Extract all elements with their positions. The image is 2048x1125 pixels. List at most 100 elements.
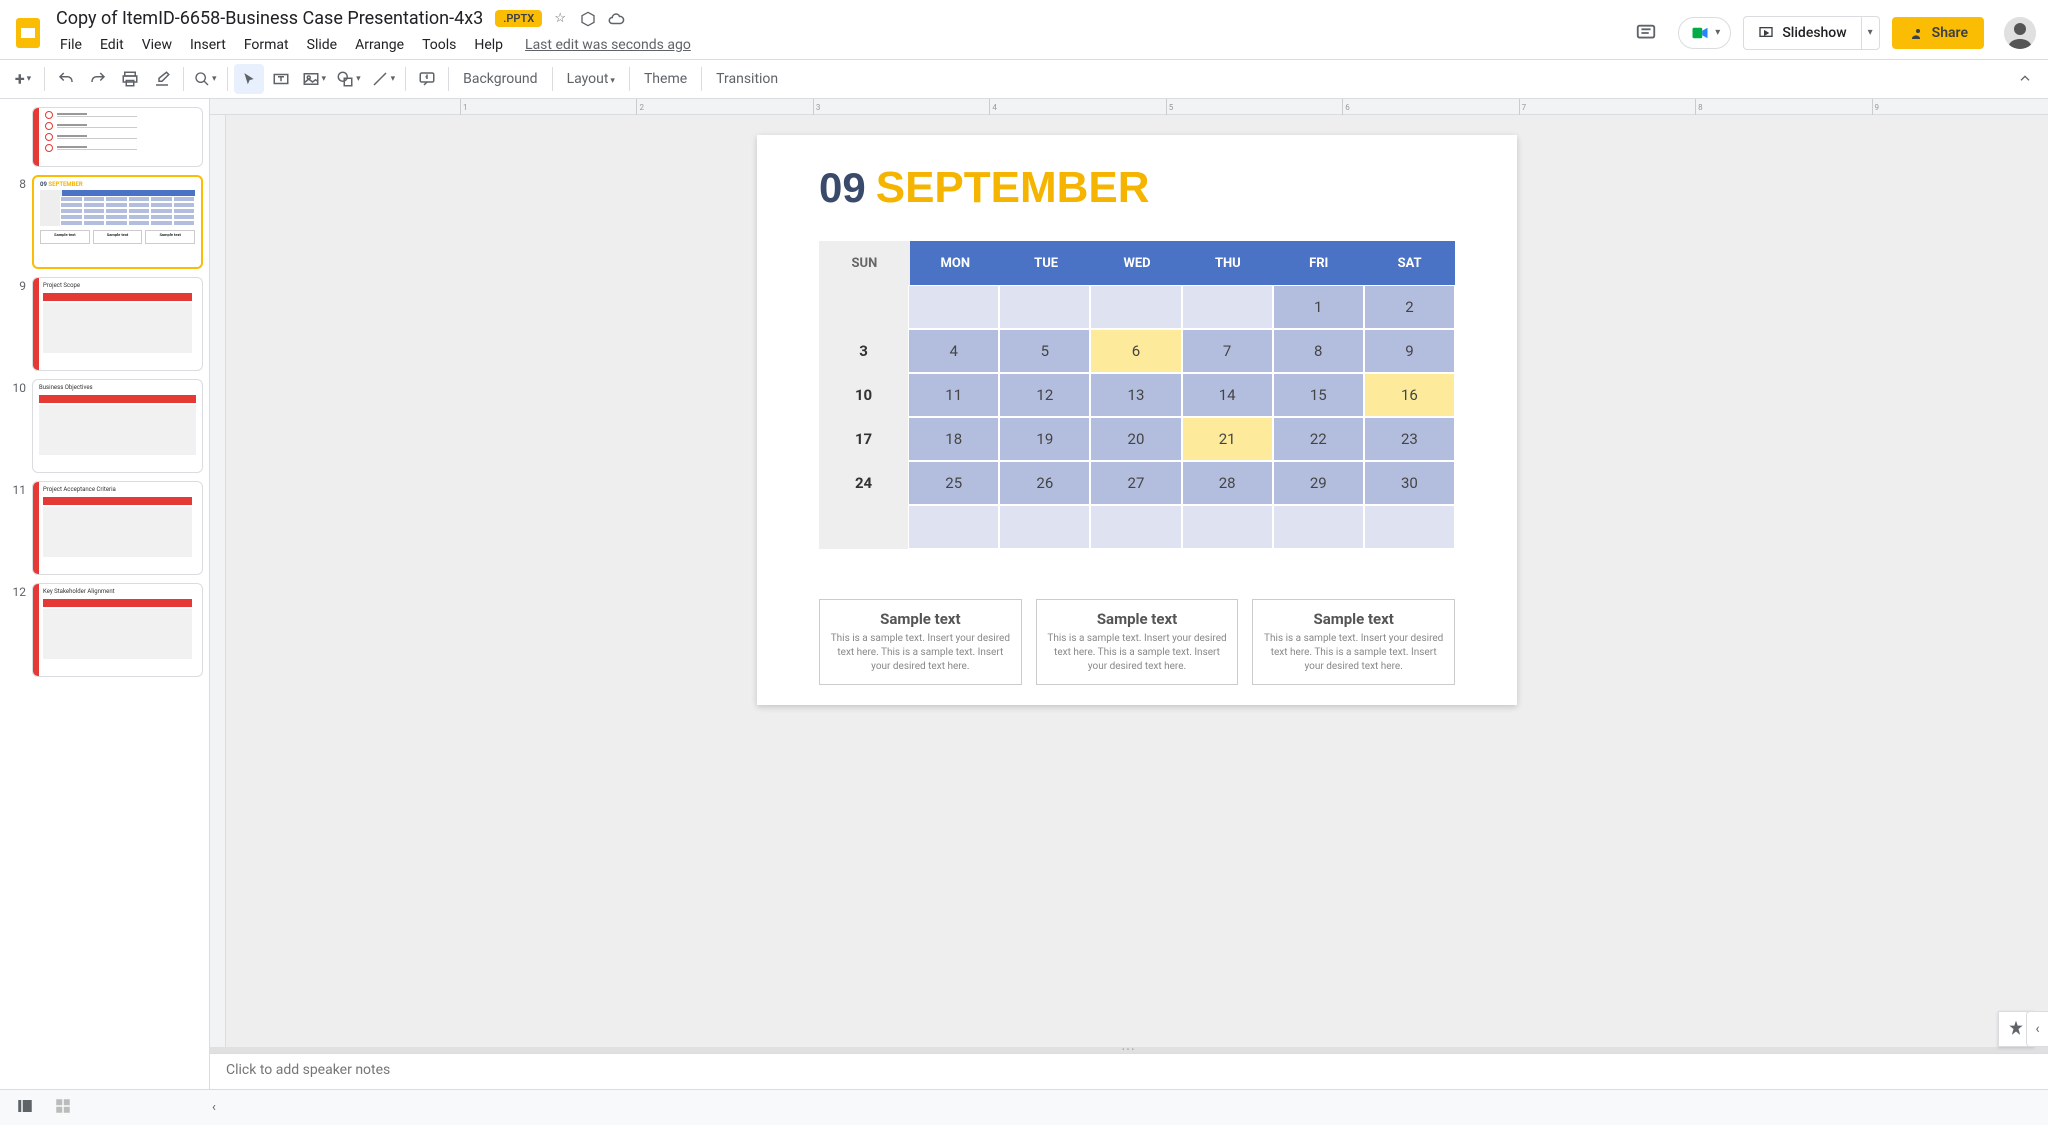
transition-button[interactable]: Transition	[708, 67, 786, 91]
new-slide-button[interactable]: +▾	[8, 64, 38, 94]
filmstrip[interactable]: 809 SEPTEMBERSample textSample textSampl…	[0, 99, 210, 1089]
select-tool[interactable]	[234, 64, 264, 94]
cal-cell: 28	[1182, 461, 1273, 505]
cal-cell: 11	[908, 373, 999, 417]
cal-cell	[1182, 285, 1273, 329]
slideshow-dropdown[interactable]: ▾	[1861, 17, 1879, 49]
comments-icon[interactable]	[1626, 13, 1666, 53]
ruler-vertical	[210, 115, 226, 1047]
notes-splitter[interactable]	[210, 1047, 2048, 1053]
filmstrip-slide[interactable]	[0, 103, 209, 171]
account-avatar[interactable]	[2004, 17, 2036, 49]
theme-button[interactable]: Theme	[636, 67, 695, 91]
cal-cell: 22	[1273, 417, 1364, 461]
menu-tools[interactable]: Tools	[414, 33, 464, 57]
cloud-icon[interactable]	[606, 9, 626, 29]
canvas-scroll[interactable]: 09 SEPTEMBER SUNMONTUEWEDTHUFRISAT123456…	[226, 115, 2048, 1047]
comment-button[interactable]	[412, 64, 442, 94]
slide-canvas[interactable]: 09 SEPTEMBER SUNMONTUEWEDTHUFRISAT123456…	[757, 135, 1517, 705]
show-side-panel-icon[interactable]: ‹	[2026, 1011, 2048, 1047]
filmstrip-slide[interactable]: 11Project Acceptance Criteria	[0, 477, 209, 579]
meet-button[interactable]: ▾	[1678, 17, 1731, 49]
filmstrip-slide[interactable]: 9Project Scope	[0, 273, 209, 375]
line-tool[interactable]	[367, 64, 400, 94]
cal-cell: 10	[819, 373, 908, 417]
month-number: 09	[819, 164, 866, 212]
body: 809 SEPTEMBERSample textSample textSampl…	[0, 99, 2048, 1089]
filmstrip-view-icon[interactable]	[16, 1097, 34, 1119]
menubar: FileEditViewInsertFormatSlideArrangeTool…	[52, 31, 1626, 59]
cal-cell: 29	[1273, 461, 1364, 505]
filmstrip-slide[interactable]: 809 SEPTEMBERSample textSample textSampl…	[0, 171, 209, 273]
redo-button[interactable]	[83, 64, 113, 94]
menu-slide[interactable]: Slide	[299, 33, 345, 57]
share-label: Share	[1932, 25, 1968, 41]
menu-view[interactable]: View	[134, 33, 180, 57]
cal-cell	[908, 285, 999, 329]
menu-format[interactable]: Format	[236, 33, 297, 57]
slides-logo[interactable]	[8, 13, 48, 53]
speaker-notes[interactable]: Click to add speaker notes	[210, 1053, 2048, 1089]
background-button[interactable]: Background	[455, 67, 545, 91]
canvas-area: 123456789 09 SEPTEMBER SUNMONTUEWEDTHUFR…	[210, 99, 2048, 1089]
slideshow-label: Slideshow	[1782, 25, 1846, 41]
sample-text-box: Sample textThis is a sample text. Insert…	[1252, 599, 1455, 685]
cal-cell	[908, 505, 999, 549]
cal-cell	[1090, 285, 1181, 329]
cal-cell: 30	[1364, 461, 1455, 505]
cal-cell: 4	[908, 329, 999, 373]
last-edit-link[interactable]: Last edit was seconds ago	[525, 37, 691, 53]
textbox-tool[interactable]	[266, 64, 296, 94]
menu-file[interactable]: File	[52, 33, 90, 57]
move-icon[interactable]	[578, 9, 598, 29]
sample-boxes: Sample textThis is a sample text. Insert…	[819, 599, 1455, 685]
menu-insert[interactable]: Insert	[182, 33, 234, 57]
doc-title[interactable]: Copy of ItemID-6658-Business Case Presen…	[52, 6, 487, 31]
cal-cell	[1090, 505, 1181, 549]
collapse-filmstrip-icon[interactable]: ‹	[212, 1100, 216, 1115]
grid-view-icon[interactable]	[54, 1097, 72, 1119]
zoom-button[interactable]	[190, 64, 221, 94]
layout-button[interactable]: Layout	[559, 67, 623, 91]
undo-button[interactable]	[51, 64, 81, 94]
sample-text-box: Sample textThis is a sample text. Insert…	[1036, 599, 1239, 685]
cal-cell: 5	[999, 329, 1090, 373]
toolbar: +▾ Background Layout Theme Transition	[0, 59, 2048, 99]
share-button[interactable]: Share	[1892, 17, 1984, 49]
print-button[interactable]	[115, 64, 145, 94]
cal-cell	[819, 505, 908, 549]
calendar: SUNMONTUEWEDTHUFRISAT1234567891011121314…	[819, 241, 1455, 549]
filmstrip-slide[interactable]: 10Business Objectives	[0, 375, 209, 477]
cal-cell: 20	[1090, 417, 1181, 461]
star-icon[interactable]: ☆	[550, 9, 570, 29]
cal-cell	[1182, 505, 1273, 549]
cal-head-tue: TUE	[1001, 241, 1092, 285]
cal-cell: 25	[908, 461, 999, 505]
menu-help[interactable]: Help	[466, 33, 511, 57]
paint-format-button[interactable]	[147, 64, 177, 94]
menu-arrange[interactable]: Arrange	[347, 33, 412, 57]
cal-cell	[999, 505, 1090, 549]
cal-cell: 16	[1364, 373, 1455, 417]
cal-head-fri: FRI	[1273, 241, 1364, 285]
cal-cell: 7	[1182, 329, 1273, 373]
cal-cell: 3	[819, 329, 908, 373]
menu-edit[interactable]: Edit	[92, 33, 132, 57]
cal-cell: 21	[1182, 417, 1273, 461]
slideshow-button[interactable]: Slideshow	[1744, 17, 1860, 49]
cal-cell	[1273, 505, 1364, 549]
cal-cell: 12	[999, 373, 1090, 417]
slideshow-group: Slideshow ▾	[1743, 16, 1879, 50]
cal-head-sat: SAT	[1364, 241, 1455, 285]
cal-cell: 18	[908, 417, 999, 461]
cal-head-wed: WED	[1092, 241, 1183, 285]
collapse-toolbar-icon[interactable]	[2010, 64, 2040, 94]
cal-cell: 2	[1364, 285, 1455, 329]
shape-tool[interactable]	[332, 64, 365, 94]
ruler-horizontal: 123456789	[210, 99, 2048, 115]
cal-head-mon: MON	[910, 241, 1001, 285]
image-tool[interactable]	[298, 64, 331, 94]
cal-cell: 24	[819, 461, 908, 505]
cal-head-sun: SUN	[819, 241, 910, 285]
filmstrip-slide[interactable]: 12Key Stakeholder Alignment	[0, 579, 209, 681]
